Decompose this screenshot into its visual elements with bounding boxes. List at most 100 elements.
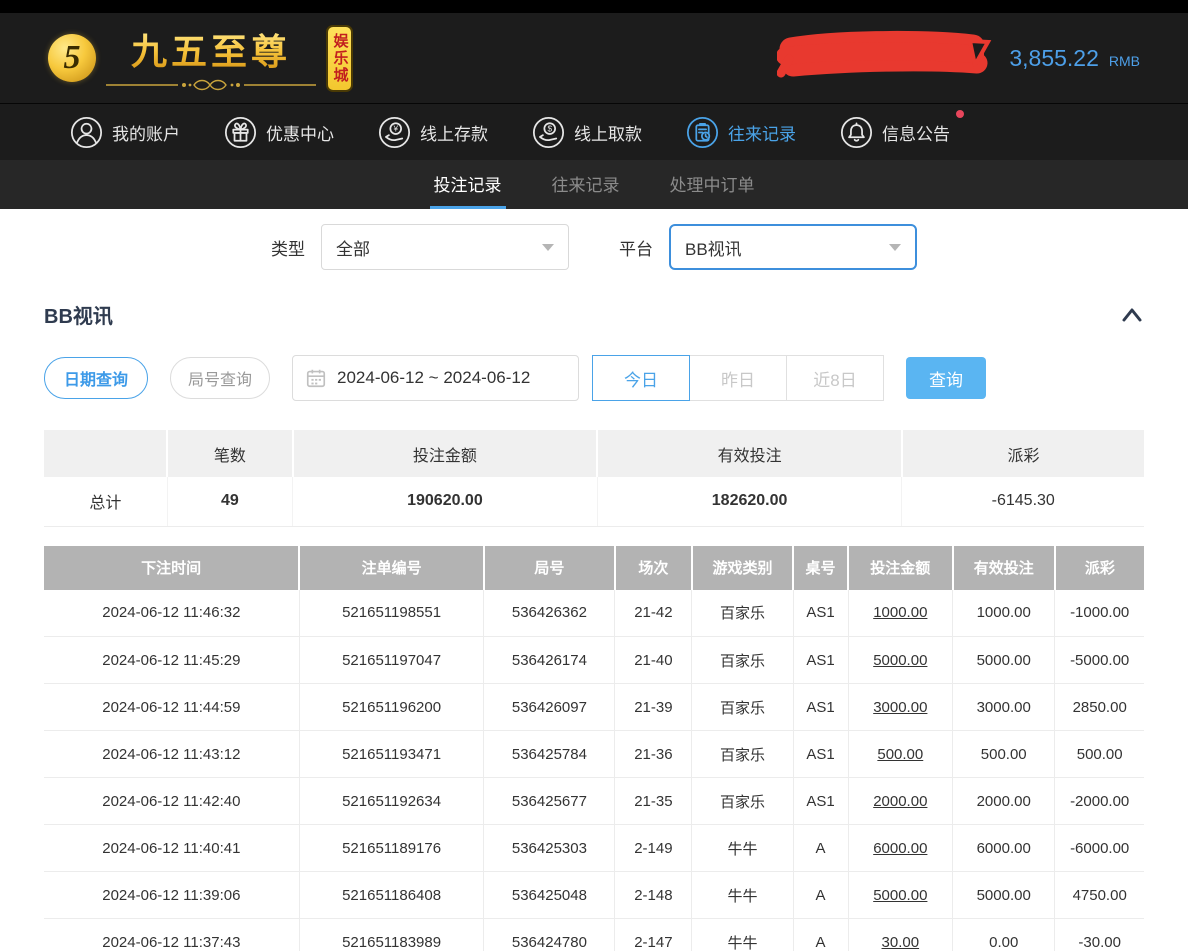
section-title: BB视讯 [44,300,113,329]
cell-valid-bet: 0.00 [953,919,1055,951]
bet-amount-link[interactable]: 6000.00 [848,825,953,872]
cell-payout: -2000.00 [1055,778,1144,825]
cell-game-type: 百家乐 [692,684,793,731]
nav-item-online-withdraw[interactable]: $ 线上取款 [532,116,648,149]
summary-header-valid-bet: 有效投注 [597,430,902,477]
nav-item-announcements[interactable]: 信息公告 [840,116,956,149]
balance-amount: 3,855.22 [1009,45,1099,72]
cell-table-id: AS1 [793,778,848,825]
cell-valid-bet: 500.00 [953,731,1055,778]
today-button[interactable]: 今日 [592,355,690,401]
table-row: 2024-06-12 11:39:06521651186408536425048… [44,872,1144,919]
bet-amount-link[interactable]: 30.00 [848,919,953,951]
date-range-input[interactable]: 2024-06-12 ~ 2024-06-12 [292,355,579,401]
cell-game-type: 牛牛 [692,825,793,872]
cell-bet-id: 521651193471 [299,731,484,778]
top-strip [0,0,1188,13]
logo-badge: 娱乐城 [326,25,353,92]
svg-text:¥: ¥ [392,124,398,133]
cell-bet-time: 2024-06-12 11:43:12 [44,731,299,778]
cell-bet-time: 2024-06-12 11:39:06 [44,872,299,919]
bet-amount-link[interactable]: 2000.00 [848,778,953,825]
cell-payout: -5000.00 [1055,637,1144,684]
col-header-bet-time: 下注时间 [44,546,299,590]
summary-count: 49 [167,477,292,526]
platform-filter-label: 平台 [619,235,653,260]
cell-table-id: AS1 [793,590,848,637]
col-header-valid-bet: 有效投注 [953,546,1055,590]
bet-amount-link[interactable]: 500.00 [848,731,953,778]
cell-bet-time: 2024-06-12 11:40:41 [44,825,299,872]
deposit-icon: ¥ [378,116,411,149]
tab-transaction-records[interactable]: 往来记录 [548,160,624,209]
date-query-button[interactable]: 日期查询 [44,357,148,399]
table-row: 2024-06-12 11:44:59521651196200536426097… [44,684,1144,731]
bet-amount-link[interactable]: 3000.00 [848,684,953,731]
balance-currency: RMB [1109,53,1140,69]
platform-select-value: BB视讯 [685,235,742,260]
collapse-section-button[interactable] [1120,305,1144,325]
nav-item-label: 线上取款 [574,120,642,145]
cell-payout: 2850.00 [1055,684,1144,731]
cell-table-id: A [793,919,848,951]
cell-table-id: A [793,872,848,919]
cell-bet-id: 521651196200 [299,684,484,731]
cell-game-type: 百家乐 [692,637,793,684]
site-header: 5 九五至尊 娱乐城 [0,13,1188,103]
site-logo[interactable]: 5 九五至尊 娱乐城 [48,23,386,93]
nav-item-online-deposit[interactable]: ¥线上存款 [378,116,494,149]
summary-payout: -6145.30 [902,477,1144,526]
yesterday-button[interactable]: 昨日 [689,355,787,401]
cell-game-type: 百家乐 [692,731,793,778]
search-button[interactable]: 查询 [906,357,986,399]
cell-game-type: 牛牛 [692,919,793,951]
type-filter-label: 类型 [271,235,305,260]
cell-table-id: AS1 [793,637,848,684]
nav-item-my-account[interactable]: 我的账户 [70,116,186,149]
records-header-row: 下注时间注单编号局号场次游戏类别桌号投注金额有效投注派彩 [44,546,1144,590]
cell-session: 21-40 [615,637,692,684]
date-range-value: 2024-06-12 ~ 2024-06-12 [337,368,530,388]
cell-payout: -30.00 [1055,919,1144,951]
round-query-button[interactable]: 局号查询 [170,357,270,399]
cell-round-id: 536426174 [484,637,615,684]
last-8-days-button[interactable]: 近8日 [786,355,884,401]
table-row: 2024-06-12 11:46:32521651198551536426362… [44,590,1144,637]
col-header-payout: 派彩 [1055,546,1144,590]
cell-table-id: A [793,825,848,872]
summary-valid-bet: 182620.00 [597,477,902,526]
bet-amount-link[interactable]: 5000.00 [848,872,953,919]
cell-session: 2-149 [615,825,692,872]
withdraw-icon: $ [532,116,565,149]
platform-select[interactable]: BB视讯 [669,224,917,270]
bet-amount-link[interactable]: 1000.00 [848,590,953,637]
records-table: 下注时间注单编号局号场次游戏类别桌号投注金额有效投注派彩 2024-06-12 … [44,546,1144,951]
cell-valid-bet: 5000.00 [953,872,1055,919]
cell-round-id: 536424780 [484,919,615,951]
tab-bet-records[interactable]: 投注记录 [430,160,506,209]
filters-row: 类型 全部 平台 BB视讯 [0,224,1188,270]
nav-item-transaction-records[interactable]: 往来记录 [686,116,802,149]
table-row: 2024-06-12 11:42:40521651192634536425677… [44,778,1144,825]
cell-game-type: 牛牛 [692,872,793,919]
nav-item-promotions[interactable]: 优惠中心 [224,116,340,149]
summary-table: 笔数 投注金额 有效投注 派彩 总计 49 190620.00 182620.0… [44,430,1144,527]
query-row: 日期查询 局号查询 2024-06-12 ~ 2024-06-12 今日 昨日 … [0,355,1188,401]
summary-header-row: 笔数 投注金额 有效投注 派彩 [44,430,1144,477]
summary-bet-amount: 190620.00 [293,477,598,526]
tab-bar: 投注记录往来记录处理中订单 [0,160,1188,209]
type-select[interactable]: 全部 [321,224,569,270]
main-nav: 我的账户 优惠中心 ¥线上存款 $ 线上取款 往来记录 信息公告 [0,103,1188,160]
notification-dot-icon [956,110,964,118]
col-header-bet-id: 注单编号 [299,546,484,590]
tab-pending-orders[interactable]: 处理中订单 [666,160,759,209]
summary-header-payout: 派彩 [902,430,1144,477]
cell-round-id: 536425048 [484,872,615,919]
bet-amount-link[interactable]: 5000.00 [848,637,953,684]
cell-valid-bet: 2000.00 [953,778,1055,825]
cell-session: 21-42 [615,590,692,637]
redacted-username [777,29,999,87]
cell-bet-id: 521651198551 [299,590,484,637]
brand-name: 九五至尊 [131,23,291,75]
cell-session: 2-148 [615,872,692,919]
